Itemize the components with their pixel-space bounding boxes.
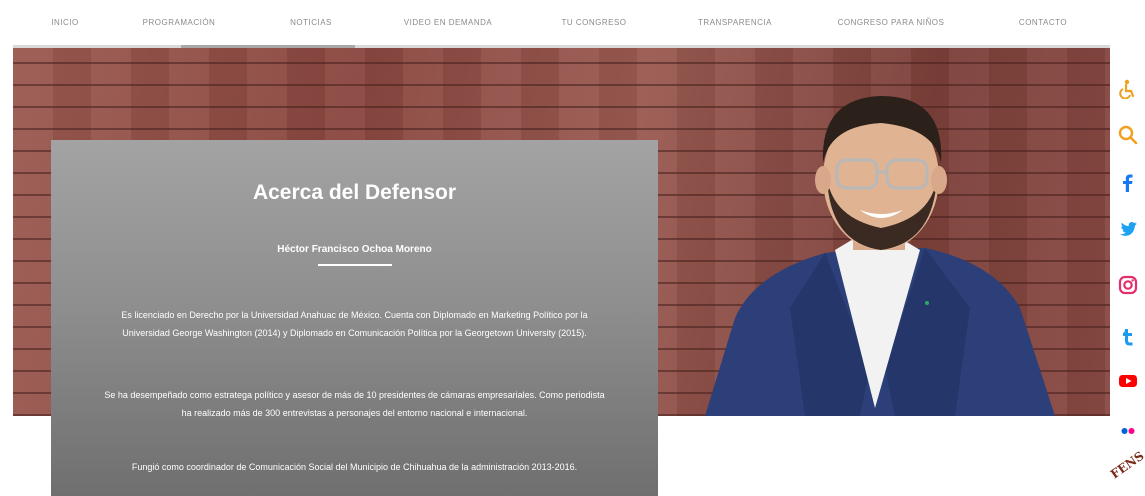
main-navigation: INICIO PROGRAMACIÓN NOTICIAS VIDEO EN DE… [13,0,1110,48]
name-underline [318,264,392,266]
instagram-icon[interactable] [1117,274,1139,296]
nav-item-contacto[interactable]: CONTACTO [1019,18,1067,27]
about-card: Acerca del Defensor Héctor Francisco Och… [51,140,658,496]
nav-item-noticias[interactable]: NOTICIAS [290,18,332,27]
tumblr-icon[interactable] [1117,326,1139,348]
nav-item-tu-congreso[interactable]: TU CONGRESO [561,18,626,27]
bio-paragraph-3: Fungió como coordinador de Comunicación … [131,462,578,472]
portrait-image [705,96,1055,416]
nav-item-congreso-para-ninos[interactable]: CONGRESO PARA NIÑOS [838,18,945,27]
defender-name: Héctor Francisco Ochoa Moreno [277,244,432,255]
nav-item-video-en-demanda[interactable]: VIDEO EN DEMANDA [404,18,492,27]
nav-item-programacion[interactable]: PROGRAMACIÓN [143,18,216,27]
about-title: Acerca del Defensor [252,181,457,204]
nav-item-inicio[interactable]: INICIO [51,18,78,27]
search-icon[interactable] [1117,124,1139,146]
flickr-icon[interactable] [1117,420,1139,442]
nav-item-transparencia[interactable]: TRANSPARENCIA [698,18,772,27]
youtube-icon[interactable] [1117,370,1139,392]
facebook-icon[interactable] [1117,172,1139,194]
accessibility-icon[interactable] [1117,78,1139,100]
seal-watermark-text: FENS [1108,448,1145,482]
bio-paragraph-1: Es licenciado en Derecho por la Universi… [121,310,588,338]
twitter-icon[interactable] [1117,218,1139,240]
bio-paragraph-2: Se ha desempeñado como estratega polític… [104,390,605,418]
